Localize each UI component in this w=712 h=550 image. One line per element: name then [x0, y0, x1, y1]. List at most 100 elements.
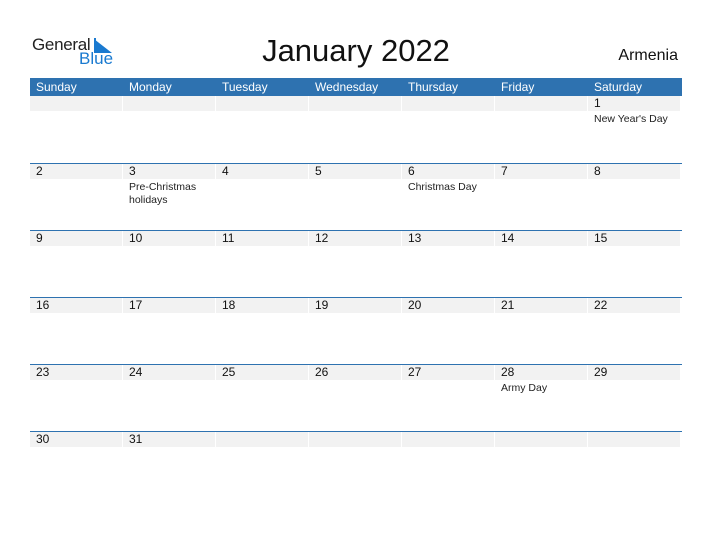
day-cell: 17 [123, 298, 216, 364]
day-number [309, 432, 401, 447]
day-number: 13 [402, 231, 494, 246]
day-number [30, 96, 122, 111]
day-cell: 26 [309, 365, 402, 431]
day-number: 27 [402, 365, 494, 380]
country-label: Armenia [618, 47, 678, 64]
day-number: 5 [309, 164, 401, 179]
day-cell: 4 [216, 164, 309, 230]
day-cell: 22 [588, 298, 681, 364]
day-cell [309, 432, 402, 498]
day-cell: 18 [216, 298, 309, 364]
day-cell: 6 Christmas Day [402, 164, 495, 230]
day-cell [402, 96, 495, 163]
day-number: 12 [309, 231, 401, 246]
day-cell [495, 432, 588, 498]
day-number: 8 [588, 164, 680, 179]
day-cell: 12 [309, 231, 402, 297]
day-cell: 31 [123, 432, 216, 498]
week-row: 23 24 25 26 27 28 Army Day 29 [30, 364, 682, 431]
day-cell: 8 [588, 164, 681, 230]
day-cell: 13 [402, 231, 495, 297]
day-number: 19 [309, 298, 401, 313]
day-number [216, 96, 308, 111]
day-number: 23 [30, 365, 122, 380]
day-number: 21 [495, 298, 587, 313]
day-cell: 2 [30, 164, 123, 230]
weekday-sunday: Sunday [36, 80, 77, 94]
day-cell: 24 [123, 365, 216, 431]
day-number: 10 [123, 231, 215, 246]
day-cell: 1 New Year's Day [588, 96, 681, 163]
day-number: 1 [588, 96, 680, 111]
day-cell [309, 96, 402, 163]
day-cell: 28 Army Day [495, 365, 588, 431]
day-number: 25 [216, 365, 308, 380]
day-number: 11 [216, 231, 308, 246]
day-cell: 25 [216, 365, 309, 431]
day-cell: 3 Pre-Christmas holidays [123, 164, 216, 230]
day-number: 4 [216, 164, 308, 179]
weeks-container: 1 New Year's Day 2 3 Pre-Christmas holidays 4… [30, 96, 682, 498]
day-cell: 10 [123, 231, 216, 297]
day-number: 6 [402, 164, 494, 179]
day-cell: 16 [30, 298, 123, 364]
day-number: 26 [309, 365, 401, 380]
weekday-saturday: Saturday [594, 80, 643, 94]
week-row: 9 10 11 12 13 14 15 [30, 230, 682, 297]
day-number: 2 [30, 164, 122, 179]
weekday-friday: Friday [501, 80, 535, 94]
day-number: 28 [495, 365, 587, 380]
day-number: 31 [123, 432, 215, 447]
day-number [309, 96, 401, 111]
day-number: 16 [30, 298, 122, 313]
day-number [588, 432, 680, 447]
day-number: 14 [495, 231, 587, 246]
day-number: 3 [123, 164, 215, 179]
week-row: 30 31 [30, 431, 682, 498]
weekday-thursday: Thursday [408, 80, 459, 94]
holiday-label: Army Day [501, 382, 548, 394]
weekday-header: Sunday Monday Tuesday Wednesday Thursday Frid… [30, 78, 682, 96]
weekday-monday: Monday [129, 80, 172, 94]
day-cell: 11 [216, 231, 309, 297]
day-number [495, 96, 587, 111]
day-cell [495, 96, 588, 163]
day-number: 22 [588, 298, 680, 313]
day-number: 9 [30, 231, 122, 246]
day-cell [30, 96, 123, 163]
day-cell [588, 432, 681, 498]
day-cell: 29 [588, 365, 681, 431]
day-number: 29 [588, 365, 680, 380]
day-cell: 19 [309, 298, 402, 364]
day-cell: 21 [495, 298, 588, 364]
day-number: 20 [402, 298, 494, 313]
weekday-tuesday: Tuesday [222, 80, 268, 94]
week-row: 16 17 18 19 20 21 22 [30, 297, 682, 364]
weekday-wednesday: Wednesday [315, 80, 379, 94]
calendar-title: January 2022 [262, 33, 450, 68]
day-number: 7 [495, 164, 587, 179]
day-number [495, 432, 587, 447]
day-cell: 7 [495, 164, 588, 230]
day-cell: 27 [402, 365, 495, 431]
day-cell: 20 [402, 298, 495, 364]
holiday-label: Christmas Day [408, 181, 477, 193]
week-row: 1 New Year's Day [30, 96, 682, 163]
day-cell [216, 432, 309, 498]
holiday-label: Pre-Christmas holidays [129, 181, 197, 206]
day-cell: 30 [30, 432, 123, 498]
day-cell: 14 [495, 231, 588, 297]
calendar-grid: Sunday Monday Tuesday Wednesday Thursday Frid… [30, 78, 682, 498]
day-cell: 5 [309, 164, 402, 230]
day-cell [402, 432, 495, 498]
day-number [216, 432, 308, 447]
day-number [402, 96, 494, 111]
week-row: 2 3 Pre-Christmas holidays 4 5 6 Christmas Day… [30, 163, 682, 230]
day-number: 15 [588, 231, 680, 246]
day-number [123, 96, 215, 111]
day-number: 18 [216, 298, 308, 313]
day-cell: 15 [588, 231, 681, 297]
day-number: 30 [30, 432, 122, 447]
day-cell: 9 [30, 231, 123, 297]
holiday-label: New Year's Day [594, 113, 668, 125]
